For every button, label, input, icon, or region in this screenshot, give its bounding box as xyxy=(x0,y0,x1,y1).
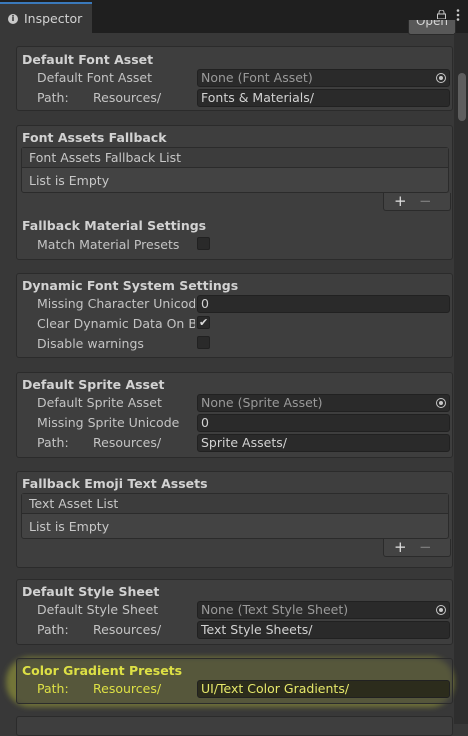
info-icon: i xyxy=(8,13,18,24)
default-font-asset-label: Default Font Asset xyxy=(37,70,153,85)
open-button[interactable]: Open xyxy=(408,20,456,35)
add-item-button[interactable]: + xyxy=(394,193,407,209)
scrollbar[interactable] xyxy=(454,33,468,724)
match-material-presets-checkbox[interactable] xyxy=(197,237,210,250)
section-title: Font Assets Fallback xyxy=(22,130,167,145)
section-title: Dynamic Font System Settings xyxy=(22,278,239,293)
default-sprite-asset-field[interactable]: None (Sprite Asset) xyxy=(197,394,450,412)
tab-bar: i Inspector Open xyxy=(0,0,468,35)
missing-sprite-unicode-label: Missing Sprite Unicode xyxy=(37,415,180,430)
gradient-path-field[interactable]: UI/Text Color Gradients/ xyxy=(197,680,450,698)
path-prefix: Resources/ xyxy=(93,435,162,450)
section-dynamic-font-system: Dynamic Font System Settings Missing Cha… xyxy=(16,273,453,358)
default-style-sheet-label: Default Style Sheet xyxy=(37,602,159,617)
path-label: Path: xyxy=(37,681,69,696)
remove-item-button[interactable]: − xyxy=(419,539,432,555)
match-material-presets-label: Match Material Presets xyxy=(37,237,180,252)
disable-warnings-checkbox[interactable] xyxy=(197,336,210,349)
list-empty-text: List is Empty xyxy=(29,173,110,188)
style-sheet-path-field[interactable]: Text Style Sheets/ xyxy=(197,621,450,639)
section-title: Default Sprite Asset xyxy=(22,377,165,392)
path-prefix: Resources/ xyxy=(93,90,162,105)
missing-character-unicode-field[interactable]: 0 xyxy=(197,295,450,313)
open-label: Open xyxy=(415,20,449,28)
path-label: Path: xyxy=(37,90,69,105)
section-title: Default Font Asset xyxy=(22,52,154,67)
missing-character-unicode-label: Missing Character Unicode xyxy=(37,296,195,311)
check-icon: ✔ xyxy=(199,316,209,329)
path-prefix: Resources/ xyxy=(93,681,162,696)
add-item-button[interactable]: + xyxy=(394,539,407,555)
list-header: Font Assets Fallback List xyxy=(22,148,448,168)
remove-item-button[interactable]: − xyxy=(419,193,432,209)
lock-icon[interactable] xyxy=(437,10,446,19)
section-color-gradient-presets: Color Gradient Presets Path: Resources/ … xyxy=(16,658,453,704)
fallback-list: Font Assets Fallback List List is Empty xyxy=(21,147,449,193)
kebab-menu-icon[interactable] xyxy=(456,9,460,21)
sprite-path-field[interactable]: Sprite Assets/ xyxy=(197,434,450,452)
list-empty-text: List is Empty xyxy=(29,519,110,534)
section-partial-next xyxy=(16,716,453,736)
scrollbar-thumb[interactable] xyxy=(458,73,466,121)
path-prefix: Resources/ xyxy=(93,622,162,637)
tab-inspector[interactable]: i Inspector xyxy=(0,2,92,33)
object-picker-icon[interactable] xyxy=(436,73,446,83)
field-value: None (Text Style Sheet) xyxy=(201,602,349,617)
fallback-material-settings-title: Fallback Material Settings xyxy=(22,218,207,233)
section-default-style-sheet: Default Style Sheet Default Style Sheet … xyxy=(16,579,453,645)
section-title: Default Style Sheet xyxy=(22,584,160,599)
field-value: None (Sprite Asset) xyxy=(201,395,323,410)
object-picker-icon[interactable] xyxy=(436,398,446,408)
section-font-assets-fallback: Font Assets Fallback Font Assets Fallbac… xyxy=(16,125,453,260)
clear-dynamic-data-label: Clear Dynamic Data On Build xyxy=(37,316,195,331)
path-label: Path: xyxy=(37,622,69,637)
font-path-field[interactable]: Fonts & Materials/ xyxy=(197,89,450,107)
emoji-text-asset-list: Text Asset List List is Empty xyxy=(21,493,449,539)
section-fallback-emoji: Fallback Emoji Text Assets Text Asset Li… xyxy=(16,471,453,568)
section-default-sprite-asset: Default Sprite Asset Default Sprite Asse… xyxy=(16,372,453,458)
object-picker-icon[interactable] xyxy=(436,605,446,615)
list-header: Text Asset List xyxy=(22,494,448,514)
default-font-asset-field[interactable]: None (Font Asset) xyxy=(197,69,450,87)
missing-sprite-unicode-field[interactable]: 0 xyxy=(197,414,450,432)
list-footer: + − xyxy=(383,539,451,557)
section-default-font-asset: Default Font Asset Default Font Asset No… xyxy=(16,46,453,111)
default-style-sheet-field[interactable]: None (Text Style Sheet) xyxy=(197,601,450,619)
field-value: None (Font Asset) xyxy=(201,70,313,85)
disable-warnings-label: Disable warnings xyxy=(37,336,144,351)
section-title: Color Gradient Presets xyxy=(22,663,183,678)
default-sprite-asset-label: Default Sprite Asset xyxy=(37,395,162,410)
clear-dynamic-data-checkbox[interactable]: ✔ xyxy=(197,316,210,329)
section-title: Fallback Emoji Text Assets xyxy=(22,476,208,491)
path-label: Path: xyxy=(37,435,69,450)
tab-label: Inspector xyxy=(24,11,83,26)
list-footer: + − xyxy=(383,193,451,211)
